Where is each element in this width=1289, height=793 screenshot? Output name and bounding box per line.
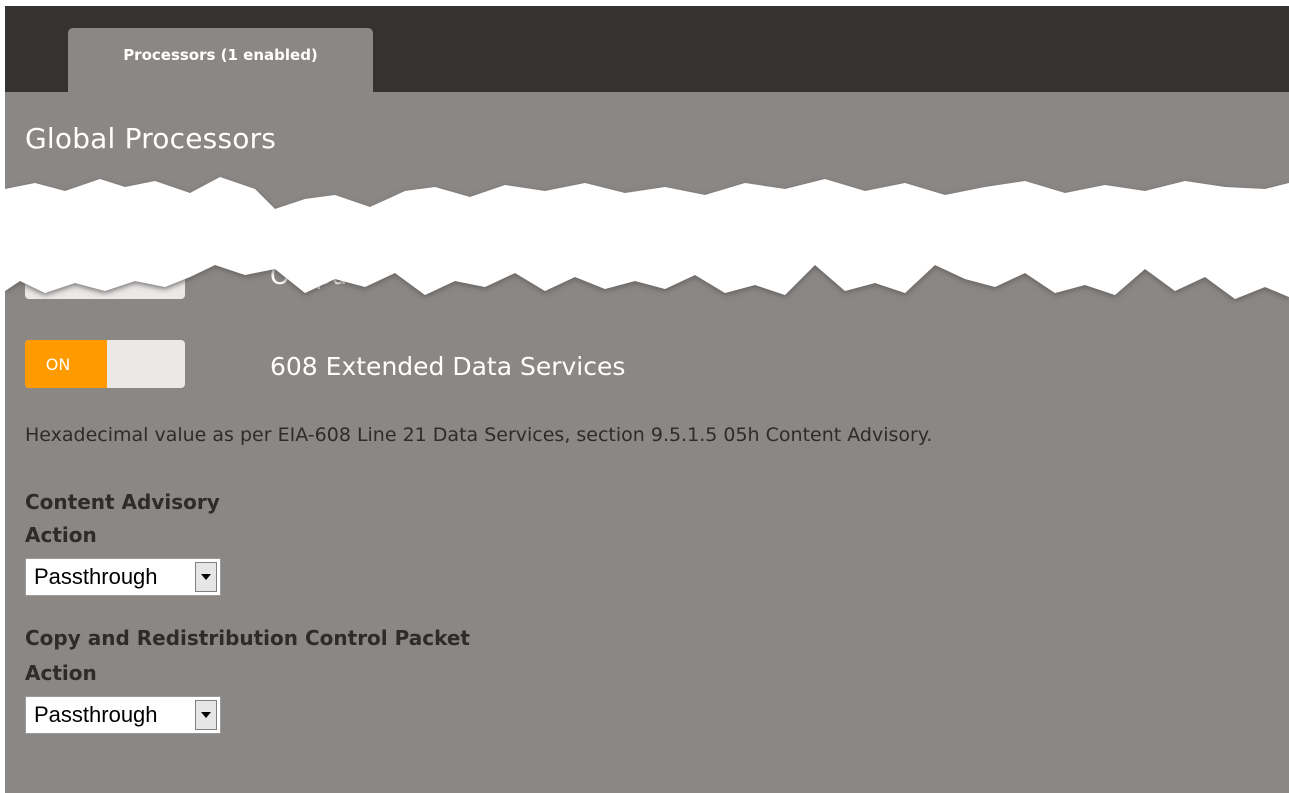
processor-name: 608 Extended Data Services — [270, 352, 626, 381]
content-advisory-action-label: Action — [25, 523, 97, 547]
torn-edge-overlay — [5, 177, 1289, 299]
processors-panel: Processors (1 enabled) Global Processors… — [5, 6, 1289, 793]
page-title: Global Processors — [25, 122, 277, 155]
select-value: Passthrough — [34, 702, 158, 727]
copy-redistribution-action-select[interactable]: Passthrough — [25, 696, 221, 734]
select-value: Passthrough — [34, 564, 158, 589]
content-advisory-heading: Content Advisory — [25, 490, 220, 514]
toggle-on-label: ON — [25, 340, 107, 388]
copy-redistribution-action-label: Action — [25, 661, 97, 685]
content-advisory-action-select[interactable]: Passthrough — [25, 558, 221, 596]
processor-toggle[interactable]: ON — [25, 340, 185, 388]
chevron-down-icon[interactable] — [195, 700, 217, 730]
chevron-down-icon[interactable] — [195, 562, 217, 592]
copy-redistribution-heading: Copy and Redistribution Control Packet — [25, 626, 470, 650]
tab-bar: Processors (1 enabled) — [5, 6, 1289, 92]
tab-processors[interactable]: Processors (1 enabled) — [68, 28, 373, 92]
processor-description: Hexadecimal value as per EIA-608 Line 21… — [25, 424, 933, 446]
